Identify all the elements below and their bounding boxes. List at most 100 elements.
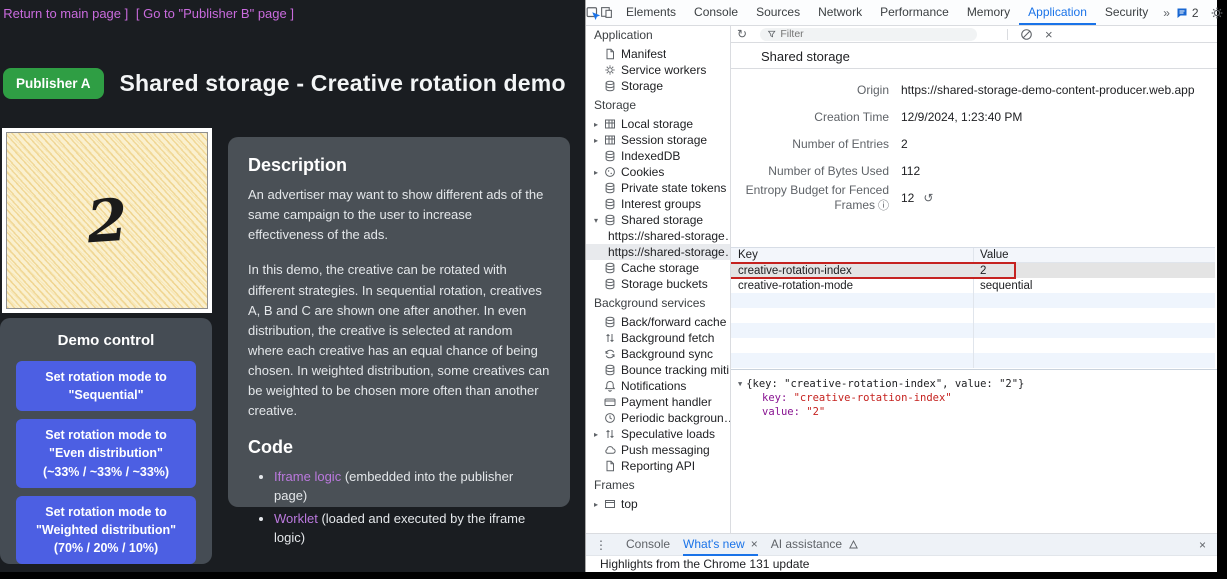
sidebar-item-shared-storage[interactable]: ▾Shared storage [586,212,730,228]
section-title: Shared storage [731,43,1217,69]
creative-number: 2 [84,185,129,256]
sidebar-item-speculative-loads[interactable]: ▸Speculative loads [586,426,730,442]
return-main-page-link[interactable]: [ Return to main page ] [0,6,128,21]
sidebar-section-frames: Frames [586,474,730,496]
drawer-tab-console[interactable]: Console [626,534,670,556]
drawer-tab-ai-assistance[interactable]: AI assistance [771,534,859,556]
sidebar-item-indexeddb[interactable]: IndexedDB [586,148,730,164]
tab-console[interactable]: Console [685,0,747,25]
tab-sources[interactable]: Sources [747,0,809,25]
bell-icon [604,380,616,392]
chevron-right-icon[interactable]: ▸ [594,120,604,129]
iframe-logic-link[interactable]: Iframe logic [274,469,341,484]
sidebar-item-session-storage[interactable]: ▸Session storage [586,132,730,148]
set-sequential-button[interactable]: Set rotation mode to "Sequential" [16,361,196,411]
tab-network[interactable]: Network [809,0,871,25]
table-row-creative-rotation-mode[interactable]: creative-rotation-mode sequential [731,278,1215,293]
meta-number-of-entries: Number of Entries 2 [731,130,1217,157]
database-icon [604,262,616,274]
settings-gear-icon[interactable] [1210,6,1224,20]
database-icon [604,198,616,210]
sidebar-item-cache-storage[interactable]: Cache storage [586,260,730,276]
worklet-link[interactable]: Worklet [274,511,318,526]
table-icon [604,118,616,130]
tab-memory[interactable]: Memory [958,0,1019,25]
publisher-b-page-link[interactable]: [ Go to "Publisher B" page ] [136,6,294,21]
meta-bytes-used: Number of Bytes Used 112 [731,157,1217,184]
database-icon [604,278,616,290]
sidebar-item-storage-buckets[interactable]: Storage buckets [586,276,730,292]
info-icon[interactable]: ⓘ [878,200,889,212]
document-icon [604,48,616,60]
filter-box[interactable] [760,28,977,41]
list-item: Worklet (loaded and executed by the ifra… [274,509,550,548]
clear-all-icon[interactable] [1020,28,1033,41]
sidebar-item-manifest[interactable]: Manifest [586,46,730,62]
shared-storage-pane: ↻ × Shared storage Origin https://shared… [731,26,1217,533]
database-icon [604,214,616,226]
column-header-value[interactable]: Value [974,248,1215,262]
table-empty-stripe [731,338,1215,353]
sidebar-item-interest-groups[interactable]: Interest groups [586,196,730,212]
sidebar-item-push-messaging[interactable]: Push messaging [586,442,730,458]
chevron-right-icon[interactable]: ▸ [594,500,604,509]
inspect-element-icon[interactable] [586,0,600,26]
refresh-icon[interactable]: ↻ [737,27,753,41]
sidebar-item-reporting-api[interactable]: Reporting API [586,458,730,474]
tabbar-right-controls: 2 ⋮ × [1176,6,1227,20]
database-icon [604,182,616,194]
sidebar-item-background-sync[interactable]: Background sync [586,346,730,362]
table-empty-stripe [731,293,1215,308]
sync-icon [604,348,616,360]
delete-selected-icon[interactable]: × [1045,27,1053,42]
set-weighted-distribution-button[interactable]: Set rotation mode to "Weighted distribut… [16,496,196,564]
column-header-key[interactable]: Key [731,248,974,262]
sidebar-item-background-fetch[interactable]: Background fetch [586,330,730,346]
filter-input[interactable] [780,28,970,40]
sidebar-item-cookies[interactable]: ▸Cookies [586,164,730,180]
sidebar-item-bounce-tracking[interactable]: Bounce tracking miti… [586,362,730,378]
preview-summary-row[interactable]: ▼ {key: "creative-rotation-index", value… [738,377,1217,391]
demo-control-title: Demo control [16,332,196,349]
key-value-table: Key Value creative-rotation-index 2 crea… [731,247,1215,368]
chevron-right-icon[interactable]: ▸ [594,168,604,177]
reset-budget-icon[interactable]: ↺ [923,191,933,205]
more-tabs-icon[interactable]: » [1157,6,1176,20]
device-toolbar-icon[interactable] [600,0,613,26]
sidebar-item-back-forward-cache[interactable]: Back/forward cache [586,314,730,330]
tab-elements[interactable]: Elements [617,0,685,25]
sidebar-item-shared-storage-origin-2-selected[interactable]: https://shared-storage… [586,244,730,260]
sidebar-item-local-storage[interactable]: ▸Local storage [586,116,730,132]
issues-counter[interactable]: 2 [1176,6,1199,20]
sidebar-item-service-workers[interactable]: Service workers [586,62,730,78]
devtools-drawer: ⋮ Console What's new × AI assistance × H… [586,533,1217,572]
drawer-tab-whats-new[interactable]: What's new × [683,534,758,556]
cloud-icon [604,444,616,456]
close-whats-new-tab-icon[interactable]: × [751,534,758,555]
sidebar-item-storage[interactable]: Storage [586,78,730,94]
table-row-creative-rotation-index[interactable]: creative-rotation-index 2 [731,263,1215,278]
payment-card-icon [604,396,616,408]
drawer-kebab-menu-icon[interactable]: ⋮ [586,538,613,552]
sidebar-item-top-frame[interactable]: ▸top [586,496,730,512]
close-drawer-icon[interactable]: × [1199,538,1217,552]
chevron-right-icon[interactable]: ▸ [594,430,604,439]
sidebar-item-notifications[interactable]: Notifications [586,378,730,394]
ad-creative-image: 2 [6,132,208,309]
tab-performance[interactable]: Performance [871,0,958,25]
headline: Publisher A Shared storage - Creative ro… [3,68,585,99]
devtools-tabbar: Elements Console Sources Network Perform… [586,0,1217,26]
tab-application[interactable]: Application [1019,0,1096,25]
set-even-distribution-button[interactable]: Set rotation mode to "Even distribution"… [16,419,196,487]
sidebar-item-payment-handler[interactable]: Payment handler [586,394,730,410]
description-card: Description An advertiser may want to sh… [228,137,570,507]
tab-security[interactable]: Security [1096,0,1157,25]
chevron-down-icon[interactable]: ▾ [594,216,604,225]
sidebar-item-periodic-background-sync[interactable]: Periodic backgroun… [586,410,730,426]
sidebar-item-shared-storage-origin-1[interactable]: https://shared-storage… [586,228,730,244]
expand-triangle-icon[interactable]: ▼ [738,380,742,388]
description-paragraph-1: An advertiser may want to show different… [248,185,550,245]
page-title: Shared storage - Creative rotation demo [120,70,566,97]
chevron-right-icon[interactable]: ▸ [594,136,604,145]
sidebar-item-private-state-tokens[interactable]: Private state tokens [586,180,730,196]
